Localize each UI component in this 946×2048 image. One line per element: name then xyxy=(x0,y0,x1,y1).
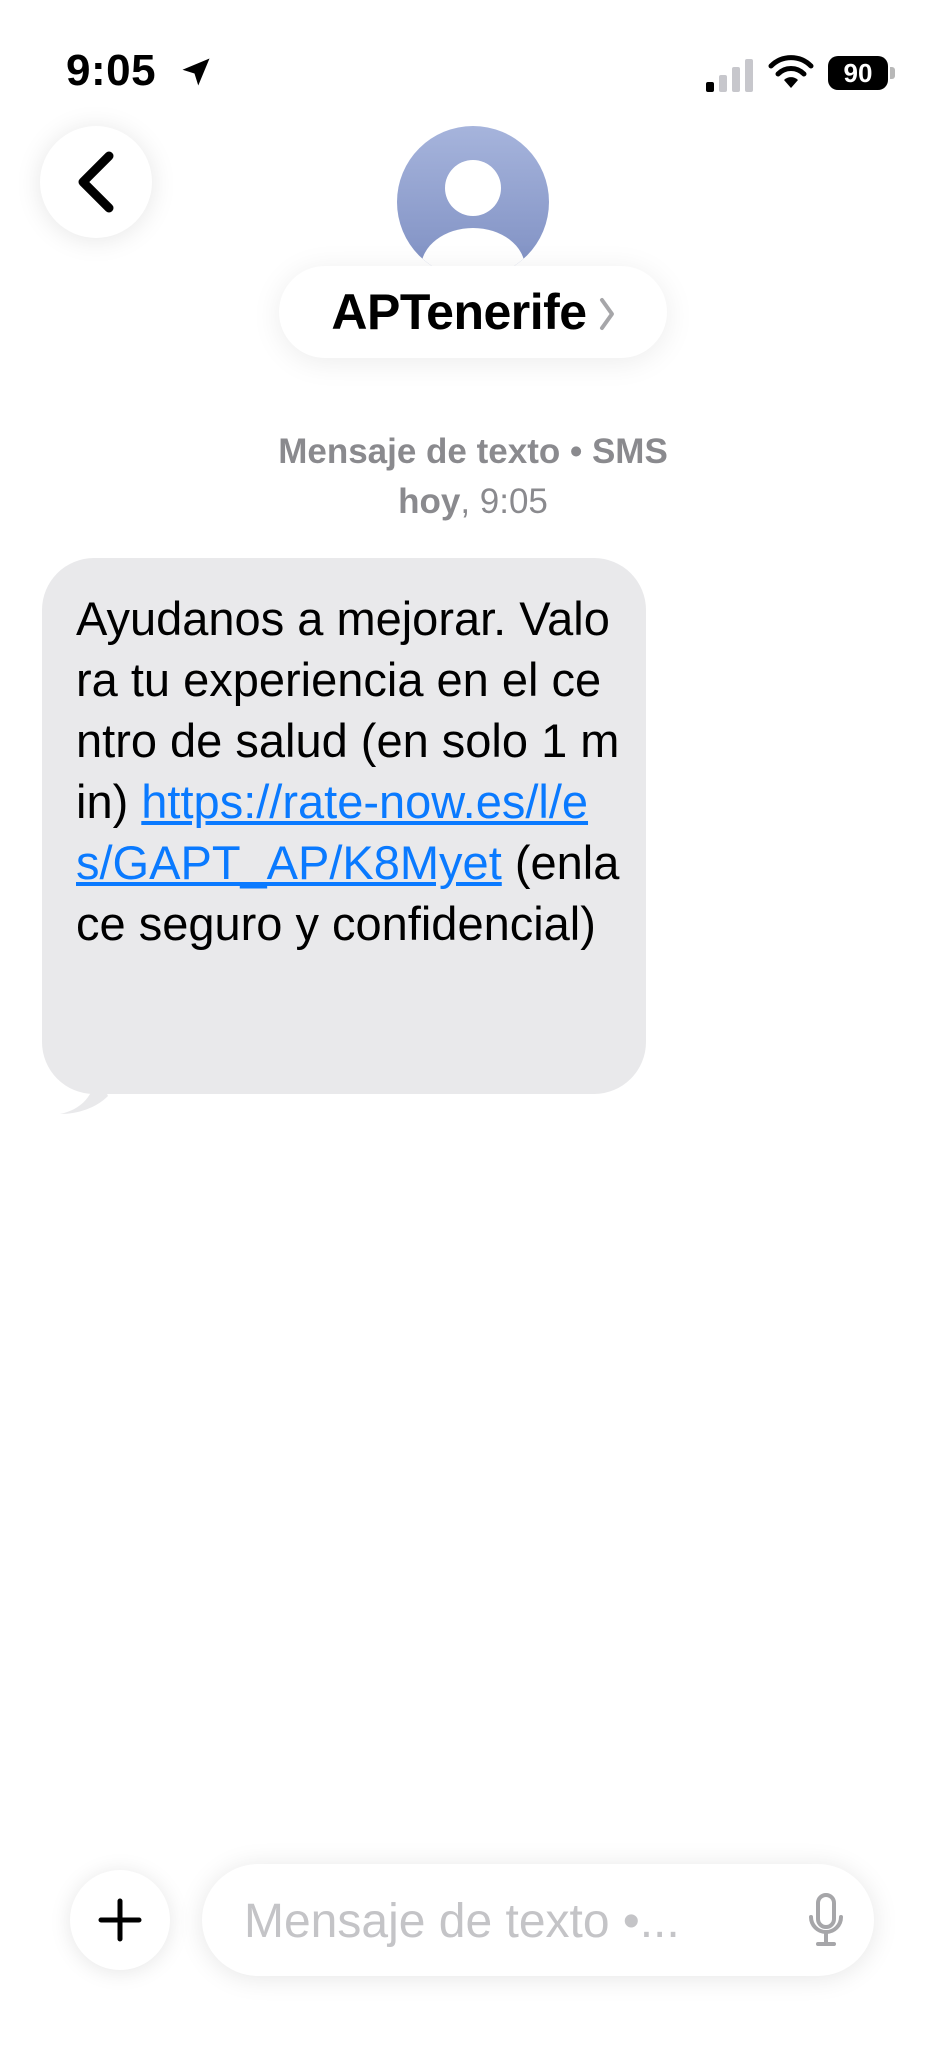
message-type-label: Mensaje de texto • SMS xyxy=(278,432,668,471)
message-timestamp: hoy, 9:05 xyxy=(0,482,946,522)
chevron-left-icon xyxy=(78,151,114,213)
contact-avatar[interactable] xyxy=(397,126,549,278)
timestamp-time: , 9:05 xyxy=(460,482,548,521)
status-time: 9:05 xyxy=(66,46,157,95)
timestamp-day: hoy xyxy=(398,482,461,521)
contact-name-button[interactable]: APTenerife xyxy=(279,266,667,358)
wifi-icon xyxy=(768,55,814,88)
plus-icon xyxy=(98,1898,142,1942)
cellular-signal-icon xyxy=(706,59,753,92)
message-text: Ayudanos a mejorar. Valora tu experienci… xyxy=(76,588,622,954)
chevron-right-icon xyxy=(599,298,614,330)
message-input[interactable]: Mensaje de texto •... xyxy=(202,1864,874,1976)
microphone-icon[interactable] xyxy=(806,1892,846,1948)
back-button[interactable] xyxy=(40,126,152,238)
location-arrow-icon xyxy=(182,58,210,86)
person-silhouette-icon xyxy=(421,160,525,278)
contact-name: APTenerife xyxy=(331,284,587,340)
battery-cap xyxy=(890,67,895,79)
battery-indicator: 90 xyxy=(828,56,896,92)
battery-level: 90 xyxy=(828,56,888,90)
add-attachment-button[interactable] xyxy=(70,1870,170,1970)
status-bar: 9:05 90 xyxy=(0,0,946,140)
message-input-placeholder: Mensaje de texto •... xyxy=(244,1895,680,1948)
message-bubble[interactable]: Ayudanos a mejorar. Valora tu experienci… xyxy=(42,558,646,1094)
